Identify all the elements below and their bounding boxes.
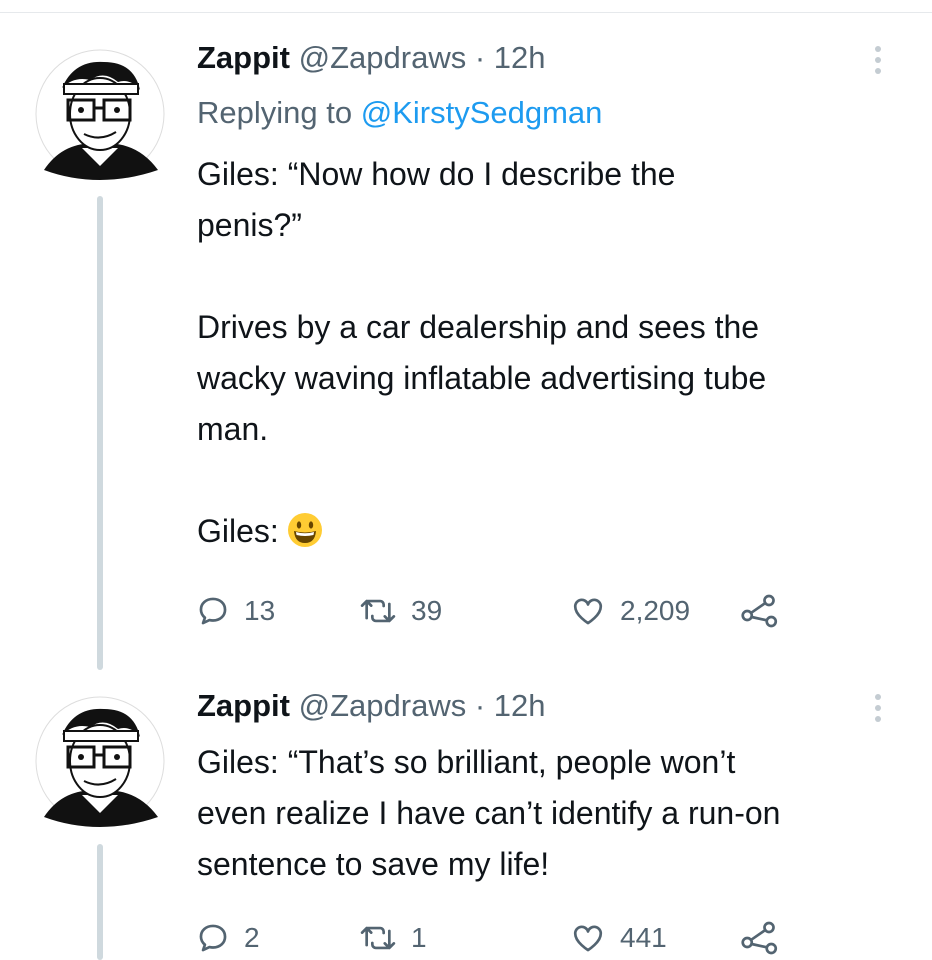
- tweet-actions: 2 1 441: [196, 918, 816, 958]
- text-span: Giles:: [197, 513, 279, 549]
- like-button[interactable]: 441: [570, 918, 667, 958]
- reply-button[interactable]: 13: [196, 591, 275, 631]
- handle[interactable]: @Zapdraws: [299, 688, 467, 723]
- retweet-icon: [360, 926, 396, 950]
- share-button[interactable]: [740, 918, 780, 958]
- timestamp[interactable]: 12h: [494, 40, 546, 75]
- grinning-face-icon: [287, 513, 322, 547]
- replying-prefix: Replying to: [197, 95, 361, 130]
- retweet-button[interactable]: 1: [359, 918, 427, 958]
- retweet-button[interactable]: 39: [359, 591, 442, 631]
- tweet-actions: 13 39 2,209: [196, 591, 816, 631]
- text-line: sentence to save my life!: [197, 846, 550, 882]
- reply-button[interactable]: 2: [196, 918, 260, 958]
- text-line: Giles: “That’s so brilliant, people won’…: [197, 744, 736, 780]
- separator: ·: [466, 40, 494, 75]
- more-options-icon[interactable]: [866, 42, 890, 82]
- heart-icon: [573, 598, 603, 625]
- share-button[interactable]: [740, 591, 780, 631]
- text-line: Giles:: [197, 506, 897, 557]
- text-line: man.: [197, 411, 269, 447]
- tweet-text: Giles: “That’s so brilliant, people won’…: [197, 737, 897, 890]
- share-icon: [741, 594, 778, 628]
- like-count: 441: [620, 922, 667, 953]
- more-options-icon[interactable]: [866, 690, 890, 730]
- text-line: penis?”: [197, 207, 302, 243]
- tweet-text: Giles: “Now how do I describe the penis?…: [197, 149, 897, 557]
- share-icon: [741, 921, 778, 955]
- reply-count: 13: [244, 595, 276, 626]
- like-button[interactable]: 2,209: [570, 591, 690, 631]
- thread-line: [97, 196, 103, 670]
- avatar[interactable]: [34, 695, 166, 827]
- retweet-count: 1: [411, 922, 427, 953]
- separator: ·: [466, 688, 494, 723]
- mention-link[interactable]: @KirstySedgman: [361, 95, 603, 130]
- timestamp[interactable]: 12h: [494, 688, 546, 723]
- text-line: even realize I have can’t identify a run…: [197, 795, 781, 831]
- thread-line: [97, 844, 103, 960]
- reply-count: 2: [244, 922, 260, 953]
- display-name[interactable]: Zappit: [197, 688, 290, 723]
- display-name[interactable]: Zappit: [197, 40, 290, 75]
- text-line: wacky waving inflatable advertising tube: [197, 360, 767, 396]
- handle[interactable]: @Zapdraws: [299, 40, 467, 75]
- tweet-header: Zappit @Zapdraws · 12h: [197, 688, 546, 724]
- replying-to: Replying to @KirstySedgman: [197, 95, 602, 131]
- text-line: Drives by a car dealership and sees the: [197, 309, 760, 345]
- like-count: 2,209: [620, 595, 691, 626]
- tweet-header: Zappit @Zapdraws · 12h: [197, 40, 546, 76]
- retweet-icon: [360, 599, 396, 623]
- reply-icon: [199, 597, 227, 625]
- heart-icon: [573, 925, 603, 952]
- retweet-count: 39: [411, 595, 443, 626]
- text-line: Giles: “Now how do I describe the: [197, 156, 676, 192]
- reply-icon: [199, 924, 227, 952]
- top-divider: [0, 12, 932, 13]
- avatar[interactable]: [34, 48, 166, 180]
